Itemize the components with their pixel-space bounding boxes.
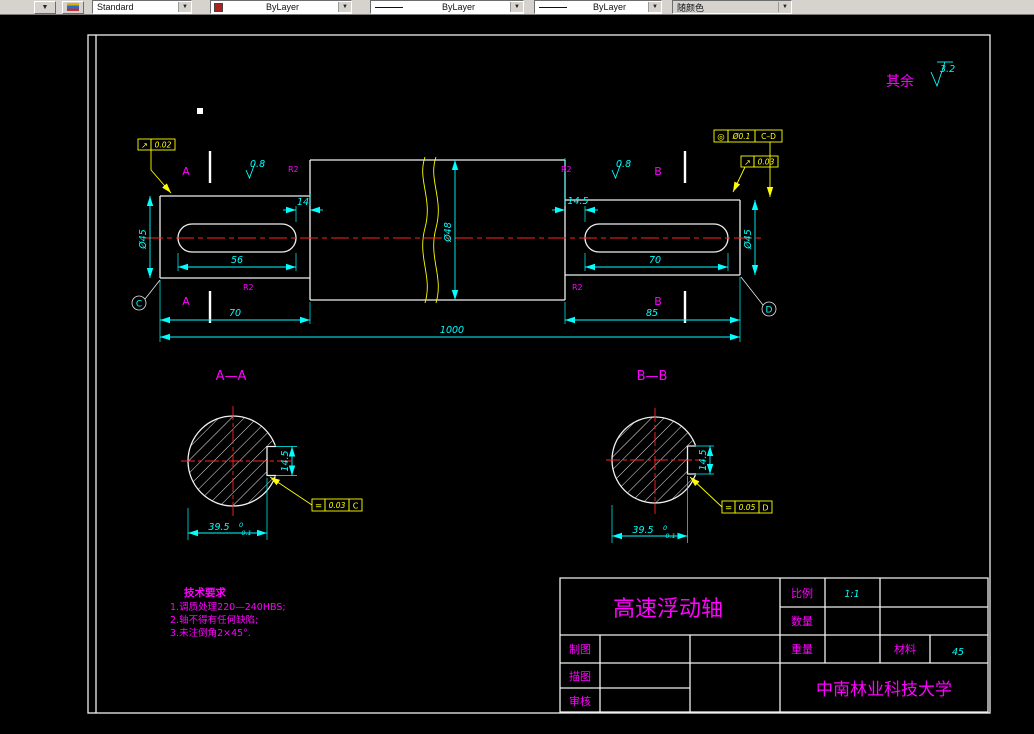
text-style-combo[interactable]: Standard ▼: [92, 0, 192, 14]
dim-dia-right: Ø45: [743, 229, 754, 250]
dim-width-a: 39.5: [208, 522, 229, 533]
color-swatch: [214, 2, 223, 12]
lineweight-combo[interactable]: ByLayer ▼: [534, 0, 662, 14]
tech-req-item: 3.未注倒角2×45°.: [170, 627, 251, 639]
material-label: 材料: [894, 642, 916, 656]
gdt-symbol: ↗: [744, 158, 751, 167]
chevron-down-icon[interactable]: ▼: [648, 2, 661, 12]
properties-toolbar: ▼ Standard ▼ ByLayer ▼ ByLayer ▼ ByLayer…: [0, 0, 1034, 15]
color-value: ByLayer: [265, 2, 300, 12]
dim-70-right: 70: [649, 255, 661, 266]
dim-14-5: 14.5: [567, 196, 588, 207]
lineweight-preview: [539, 6, 567, 8]
drawing-canvas[interactable]: 其余 3.2 14 56 70 14.5 70 85 1000 Ø48 Ø45 …: [0, 0, 1034, 734]
surface-note-label: 其余: [886, 73, 914, 90]
surface-note-value: 3.2: [940, 64, 955, 75]
section-b-title: B—B: [637, 369, 668, 384]
tech-req-title: 技术要求: [184, 586, 226, 599]
gdt-symbol: =: [725, 504, 732, 514]
roughness-value: 0.8: [616, 159, 631, 170]
text-style-value: Standard: [97, 2, 134, 12]
gdt-tolerance: 0.03: [758, 158, 775, 167]
fillet-label: R2: [572, 283, 583, 292]
chevron-down-icon[interactable]: ▼: [778, 2, 791, 12]
toolbar-mini-dropdown-button[interactable]: ▼: [34, 0, 56, 14]
weight-label: 重量: [791, 642, 813, 656]
draft-label: 制图: [569, 643, 591, 656]
scale-label: 比例: [791, 586, 813, 600]
qty-label: 数量: [791, 615, 813, 628]
cad-application-window: 其余 3.2 14 56 70 14.5 70 85 1000 Ø48 Ø45 …: [0, 0, 1034, 734]
trace-label: 描图: [569, 669, 591, 683]
fillet-label: R2: [288, 165, 299, 174]
part-name: 高速浮动轴: [613, 597, 723, 622]
gdt-tolerance: 0.02: [155, 141, 172, 150]
section-label-a-bottom: A: [182, 295, 190, 308]
dim-85: 85: [646, 308, 658, 319]
chevron-down-icon[interactable]: ▼: [510, 2, 523, 12]
gdt-tolerance: 0.03: [329, 501, 346, 510]
dim-14: 14: [297, 197, 309, 208]
plot-style-value: 随颜色: [677, 2, 705, 13]
datum-letter-d: D: [766, 306, 773, 316]
layers-icon: [67, 3, 79, 11]
dim-tol-hi: 0: [239, 521, 243, 529]
dim-tol-lo: -0.1: [239, 529, 252, 537]
grip-point[interactable]: [197, 108, 203, 114]
layers-icon-button[interactable]: [62, 0, 84, 14]
lineweight-value: ByLayer: [592, 2, 627, 12]
fillet-label: R2: [561, 165, 572, 174]
section-label-a-top: A: [182, 165, 190, 178]
material-value: 45: [952, 647, 964, 658]
section-a-title: A—A: [216, 369, 247, 384]
gdt-symbol: ↗: [141, 141, 148, 150]
tech-req-item: 2.轴不得有任何缺陷;: [170, 614, 258, 626]
datum-letter-c: C: [136, 300, 142, 310]
section-label-b-bottom: B: [654, 295, 662, 308]
dim-depth-a: 14.5: [280, 450, 291, 471]
color-combo[interactable]: ByLayer ▼: [210, 0, 352, 14]
gdt-symbol: =: [315, 502, 322, 512]
dim-dia-left: Ø45: [138, 229, 149, 250]
linetype-preview: [375, 6, 403, 8]
dim-depth-b: 14.5: [698, 449, 709, 470]
dim-tol-lo: -0.1: [663, 532, 676, 540]
section-label-b-top: B: [654, 165, 662, 178]
tech-req-item: 1.调质处理220—240HBS;: [170, 601, 286, 613]
chevron-down-icon[interactable]: ▼: [178, 2, 191, 12]
gdt-datum-ref: D: [762, 504, 768, 513]
scale-value: 1:1: [844, 589, 859, 600]
gdt-tolerance: Ø0.1: [732, 132, 751, 141]
organization-name: 中南林业科技大学: [816, 680, 952, 700]
dim-56: 56: [231, 255, 243, 266]
gdt-datum-ref: C: [353, 502, 359, 511]
dim-1000: 1000: [440, 325, 464, 336]
gdt-tolerance: 0.05: [739, 503, 756, 512]
dim-dia-mid: Ø48: [443, 222, 454, 243]
check-label: 审核: [569, 694, 591, 708]
roughness-value: 0.8: [250, 159, 265, 170]
dim-tol-hi: 0: [663, 524, 667, 532]
chevron-down-icon[interactable]: ▼: [338, 2, 351, 12]
linetype-value: ByLayer: [441, 2, 476, 12]
canvas-background: [0, 0, 1034, 734]
plot-style-combo[interactable]: 随颜色 ▼: [672, 0, 792, 14]
gdt-symbol: ◎: [717, 133, 724, 143]
dim-width-b: 39.5: [632, 525, 653, 536]
linetype-combo[interactable]: ByLayer ▼: [370, 0, 524, 14]
fillet-label: R2: [243, 283, 254, 292]
dim-70-left: 70: [229, 308, 241, 319]
gdt-datum-ref: C–D: [761, 132, 776, 141]
